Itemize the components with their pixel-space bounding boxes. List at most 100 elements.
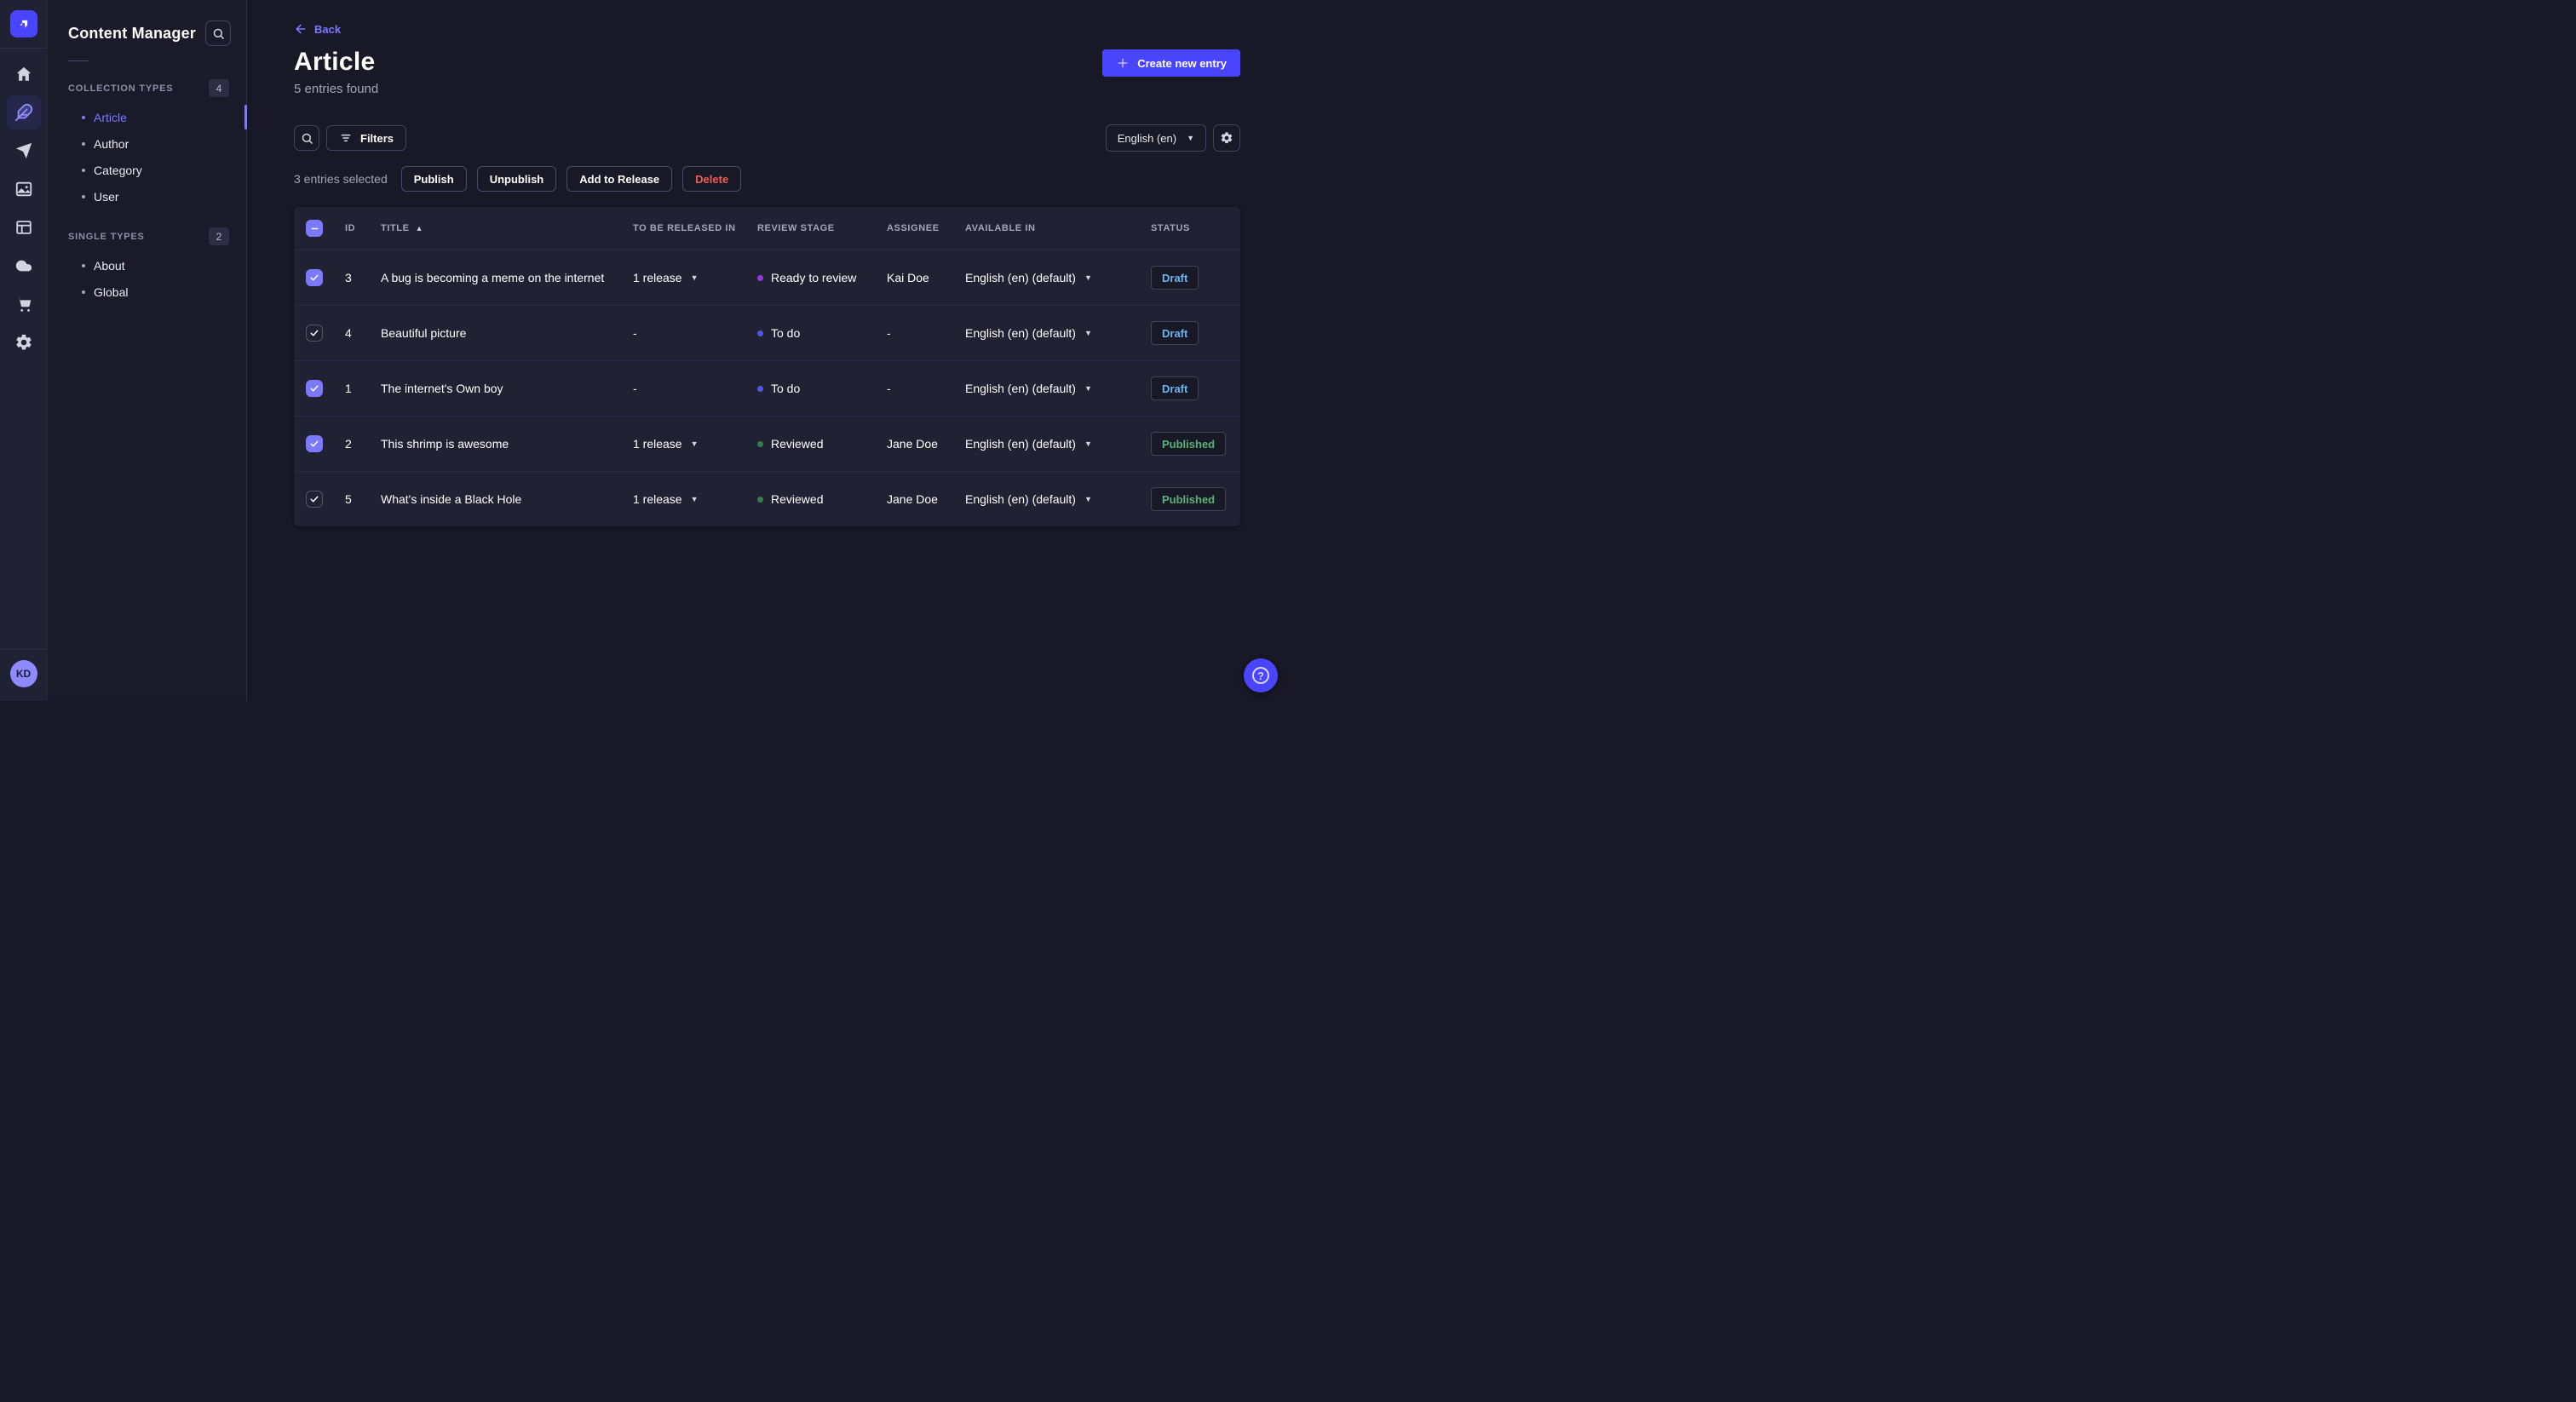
cell-available-in[interactable]: English (en) (default) ▼ xyxy=(965,437,1151,451)
single-types-label: SINGLE TYPES xyxy=(68,231,145,242)
cell-id: 4 xyxy=(345,326,352,340)
help-button[interactable]: ? xyxy=(1244,658,1278,692)
sidebar-item-category[interactable]: Category xyxy=(48,157,246,183)
content-manager-feather-icon[interactable] xyxy=(6,95,41,129)
bullet-icon xyxy=(82,194,85,198)
select-all-checkbox[interactable] xyxy=(306,220,323,237)
deploy-cloud-icon[interactable] xyxy=(7,249,41,283)
filters-button[interactable]: Filters xyxy=(326,125,407,151)
plus-icon xyxy=(1118,58,1128,68)
home-icon[interactable] xyxy=(7,57,41,91)
bullet-icon xyxy=(82,141,85,146)
column-header-title[interactable]: TITLE ▲ xyxy=(381,223,633,233)
view-settings-button[interactable] xyxy=(1213,124,1240,152)
cell-available-in[interactable]: English (en) (default) ▼ xyxy=(965,492,1151,506)
table-row[interactable]: 4 Beautiful picture -▼ To do - English (… xyxy=(294,305,1240,360)
cell-available-in[interactable]: English (en) (default) ▼ xyxy=(965,382,1151,395)
status-badge: Draft xyxy=(1151,266,1199,290)
filter-icon xyxy=(341,134,351,142)
cell-title: This shrimp is awesome xyxy=(381,437,509,451)
search-entries-button[interactable] xyxy=(294,125,319,151)
row-checkbox[interactable] xyxy=(306,269,323,286)
cell-review-stage: Reviewed xyxy=(757,437,887,451)
row-checkbox[interactable] xyxy=(306,491,323,508)
cell-title: A bug is becoming a meme on the internet xyxy=(381,271,605,284)
cell-release[interactable]: 1 release ▼ xyxy=(633,271,757,284)
status-badge: Published xyxy=(1151,432,1227,456)
cell-review-stage: Ready to review xyxy=(757,271,887,284)
add-to-release-button[interactable]: Add to Release xyxy=(566,166,673,192)
column-header-release: TO BE RELEASED IN xyxy=(633,223,736,233)
stage-dot xyxy=(757,330,763,336)
sidebar-item-global[interactable]: Global xyxy=(48,279,246,305)
sidebar-item-about[interactable]: About xyxy=(48,252,246,279)
create-new-entry-button[interactable]: Create new entry xyxy=(1102,49,1240,77)
question-mark-icon: ? xyxy=(1252,667,1269,684)
table-row[interactable]: 3 A bug is becoming a meme on the intern… xyxy=(294,250,1240,305)
release-caret chevron-down-icon: ▼ xyxy=(690,273,699,282)
main-content: Back Article Create new entry 5 entries … xyxy=(247,0,1288,701)
rail-divider xyxy=(0,48,47,49)
cell-title: What's inside a Black Hole xyxy=(381,492,522,506)
locale-select[interactable]: English (en) ▼ xyxy=(1105,124,1206,152)
cell-review-stage: Reviewed xyxy=(757,492,887,506)
stage-dot xyxy=(757,496,763,503)
table-row[interactable]: 5 What's inside a Black Hole 1 release ▼ … xyxy=(294,471,1240,526)
cell-assignee: - xyxy=(887,382,891,395)
collection-types-section: COLLECTION TYPES 4 Article Author Catego… xyxy=(48,79,247,210)
back-link[interactable]: Back xyxy=(294,22,341,36)
sidebar-item-author[interactable]: Author xyxy=(48,130,246,157)
release-caret chevron-down-icon: ▼ xyxy=(690,494,699,503)
bullet-icon xyxy=(82,263,85,267)
delete-button[interactable]: Delete xyxy=(682,166,742,192)
cell-release[interactable]: 1 release ▼ xyxy=(633,437,757,451)
cell-release[interactable]: 1 release ▼ xyxy=(633,492,757,506)
column-header-available-in: AVAILABLE IN xyxy=(965,223,1036,233)
subnav-search-button[interactable] xyxy=(205,20,231,46)
column-header-status: STATUS xyxy=(1151,223,1190,233)
cell-available-in[interactable]: English (en) (default) ▼ xyxy=(965,326,1151,340)
publish-button[interactable]: Publish xyxy=(400,166,467,192)
entries-count-text: 5 entries found xyxy=(294,82,379,96)
marketplace-cart-icon[interactable] xyxy=(7,287,41,321)
settings-gear-icon[interactable] xyxy=(7,325,41,359)
gear-icon xyxy=(1221,132,1233,144)
strapi-logo[interactable] xyxy=(9,10,37,37)
search-icon xyxy=(213,28,224,39)
content-type-builder-layout-icon[interactable] xyxy=(7,210,41,244)
cell-assignee: Jane Doe xyxy=(887,437,938,451)
search-icon xyxy=(302,133,313,144)
bullet-icon xyxy=(82,168,85,172)
cell-id: 1 xyxy=(345,382,352,395)
table-row[interactable]: 1 The internet's Own boy -▼ To do - Engl… xyxy=(294,360,1240,416)
row-checkbox[interactable] xyxy=(306,435,323,452)
stage-dot xyxy=(757,440,763,447)
chevron-down-icon: ▼ xyxy=(1084,494,1092,503)
rail-bottom-divider xyxy=(0,649,47,650)
table-row[interactable]: 2 This shrimp is awesome 1 release ▼ Revi… xyxy=(294,416,1240,471)
unpublish-button[interactable]: Unpublish xyxy=(476,166,557,192)
sidebar-item-article[interactable]: Article xyxy=(48,104,247,130)
row-checkbox[interactable] xyxy=(306,325,323,342)
app-window: KD Content Manager COLLECTION TYPES 4 Ar… xyxy=(0,0,1288,701)
page-title: Article xyxy=(294,48,376,76)
stage-dot xyxy=(757,274,763,281)
sidebar-item-user[interactable]: User xyxy=(48,183,246,210)
releases-paper-plane-icon[interactable] xyxy=(7,134,41,168)
cell-release: -▼ xyxy=(633,382,637,395)
cell-id: 3 xyxy=(345,271,352,284)
content-manager-subnav: Content Manager COLLECTION TYPES 4 Artic… xyxy=(48,0,247,701)
main-nav-rail: KD xyxy=(0,0,48,701)
collection-types-count: 4 xyxy=(209,79,229,97)
user-avatar[interactable]: KD xyxy=(9,660,37,687)
cell-available-in[interactable]: English (en) (default) ▼ xyxy=(965,271,1151,284)
rail-nav xyxy=(6,57,41,359)
row-checkbox[interactable] xyxy=(306,380,323,397)
cell-assignee: Kai Doe xyxy=(887,271,929,284)
bullet-icon xyxy=(82,115,85,119)
table-header-row: ID TITLE ▲ TO BE RELEASED IN REVIEW STAGE… xyxy=(294,207,1240,250)
media-library-images-icon[interactable] xyxy=(7,172,41,206)
cell-id: 5 xyxy=(345,492,352,506)
chevron-down-icon: ▼ xyxy=(1084,383,1092,393)
cell-title: The internet's Own boy xyxy=(381,382,503,395)
